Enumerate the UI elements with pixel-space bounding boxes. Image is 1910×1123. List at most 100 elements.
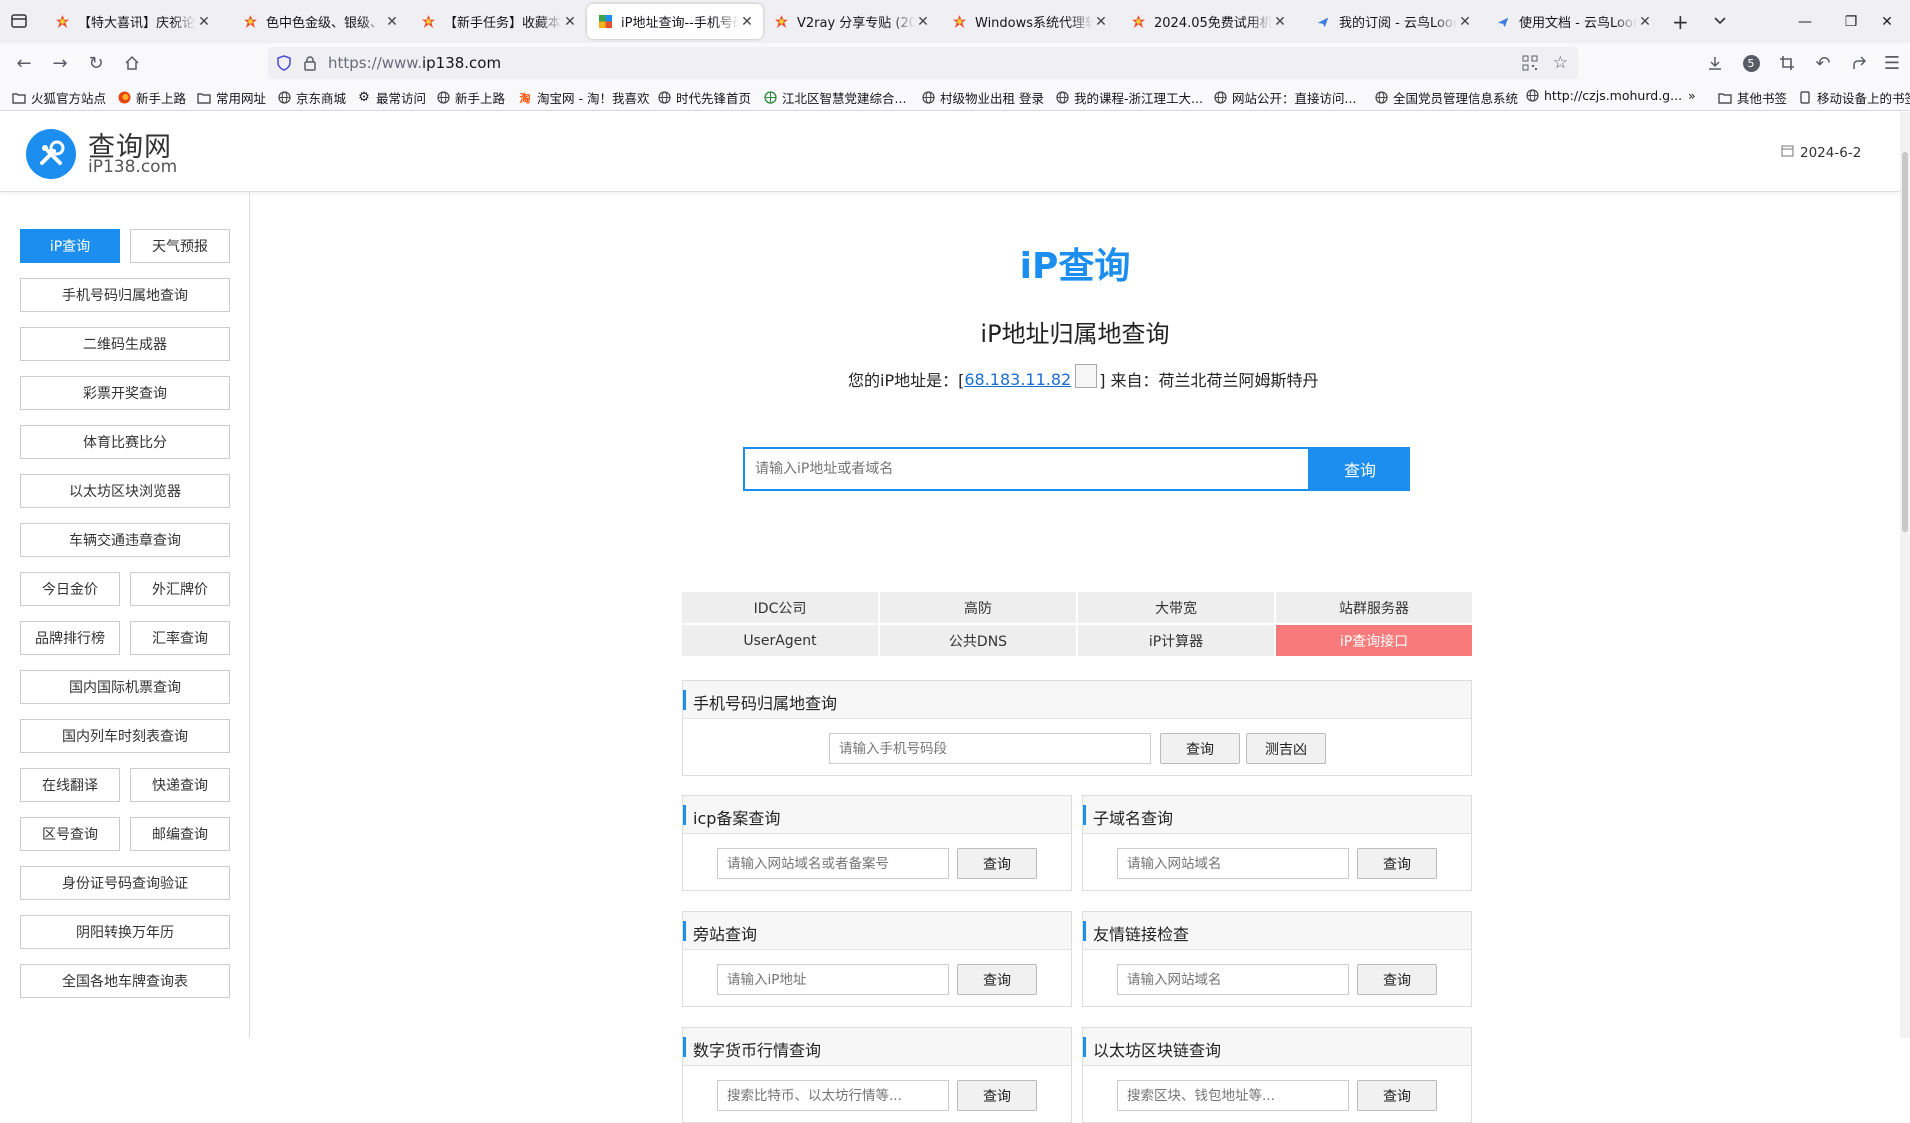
friendlink-input[interactable] — [1117, 964, 1349, 995]
quick-link[interactable]: IDC公司 — [682, 592, 878, 623]
qr-code-icon[interactable] — [1522, 55, 1538, 75]
sidebar-tool-button[interactable]: 快递查询 — [130, 768, 230, 802]
browser-tab[interactable]: Windows系统代理软件✕ — [941, 4, 1117, 39]
browser-tab[interactable]: 【特大喜讯】庆祝论坛 ✕ — [44, 4, 220, 39]
wrench-logo-icon[interactable] — [26, 129, 76, 179]
bookmark-item[interactable]: 江北区智慧党建综合... — [763, 88, 906, 107]
crypto-query-button[interactable]: 查询 — [957, 1080, 1037, 1111]
your-ip-link[interactable]: 68.183.11.82 — [964, 370, 1071, 389]
undo-icon[interactable]: ↶ — [1811, 51, 1835, 75]
minimize-icon[interactable]: — — [1782, 8, 1828, 36]
sidebar-tool-button[interactable]: 身份证号码查询验证 — [20, 866, 230, 900]
extension-badge-icon[interactable]: 5 — [1739, 51, 1763, 75]
quick-link[interactable]: 站群服务器 — [1276, 592, 1472, 623]
sidebar-tool-button[interactable]: 二维码生成器 — [20, 327, 230, 361]
sidebar-tool-button[interactable]: 全国各地车牌查询表 — [20, 964, 230, 998]
eth-input[interactable] — [1117, 1080, 1349, 1111]
friendlink-query-button[interactable]: 查询 — [1357, 964, 1437, 995]
sidebar-tool-button[interactable]: 彩票开奖查询 — [20, 376, 230, 410]
browser-tab[interactable]: V2ray 分享专贴 (2024✕ — [763, 4, 939, 39]
close-tab-icon[interactable]: ✕ — [562, 14, 578, 30]
bookmark-item[interactable]: 时代先锋首页 — [657, 88, 751, 107]
sidebar-tool-button[interactable]: 阴阳转换万年历 — [20, 915, 230, 949]
close-tab-icon[interactable]: ✕ — [1093, 14, 1109, 30]
bookmark-item[interactable]: 移动设备上的书签 — [1798, 88, 1910, 107]
browser-tab[interactable]: 色中色金级、银级、铜 ✕ — [232, 4, 408, 39]
same-ip-input[interactable] — [717, 964, 949, 995]
screenshot-crop-icon[interactable] — [1775, 51, 1799, 75]
list-all-tabs-icon[interactable] — [1712, 12, 1728, 32]
bookmark-item[interactable]: 京东商城 — [277, 88, 346, 107]
sidebar-tool-button[interactable]: 汇率查询 — [130, 621, 230, 655]
close-tab-icon[interactable]: ✕ — [739, 14, 755, 30]
app-menu-icon[interactable]: ☰ — [1880, 51, 1904, 75]
quick-link[interactable]: 公共DNS — [880, 625, 1076, 656]
subdomain-query-button[interactable]: 查询 — [1357, 848, 1437, 879]
sidebar-tool-button[interactable]: 外汇牌价 — [130, 572, 230, 606]
quick-link[interactable]: UserAgent — [682, 625, 878, 656]
bookmark-item[interactable]: 其他书签 — [1718, 88, 1787, 107]
sidebar-tool-button[interactable]: 以太坊区块浏览器 — [20, 474, 230, 508]
share-icon[interactable] — [1847, 51, 1871, 75]
forward-icon[interactable]: → — [48, 51, 72, 75]
close-window-icon[interactable]: ✕ — [1864, 8, 1910, 36]
sidebar-tool-button[interactable]: 国内国际机票查询 — [20, 670, 230, 704]
quick-link[interactable]: 大带宽 — [1078, 592, 1274, 623]
bookmark-item[interactable]: 全国党员管理信息系统 — [1374, 88, 1518, 107]
bookmark-item[interactable]: 我的课程-浙江理工大... — [1055, 88, 1203, 107]
sidebar-tool-button[interactable]: 品牌排行榜 — [20, 621, 120, 655]
quick-link[interactable]: iP查询接口 — [1276, 625, 1472, 656]
icp-input[interactable] — [717, 848, 949, 879]
close-tab-icon[interactable]: ✕ — [1457, 14, 1473, 30]
phone-input[interactable] — [829, 733, 1151, 764]
back-icon[interactable]: ← — [12, 51, 36, 75]
browser-tab[interactable]: 使用文档 - 云鸟Loon ✕ — [1485, 4, 1661, 39]
ip-search-button[interactable]: 查询 — [1310, 447, 1410, 491]
sidebar-tool-button[interactable]: 国内列车时刻表查询 — [20, 719, 230, 753]
bookmarks-overflow-icon[interactable]: » — [1688, 88, 1696, 103]
firefox-view-icon[interactable] — [10, 12, 30, 32]
sidebar-tool-button[interactable]: 今日金价 — [20, 572, 120, 606]
bookmark-star-icon[interactable]: ☆ — [1553, 53, 1568, 73]
browser-tab[interactable]: iP地址查询--手机号码 ✕ — [587, 4, 763, 39]
sidebar-tool-button[interactable]: 体育比赛比分 — [20, 425, 230, 459]
browser-tab[interactable]: 我的订阅 - 云鸟Loon ✕ — [1305, 4, 1481, 39]
sidebar-tool-button[interactable]: 天气预报 — [130, 229, 230, 263]
phone-fortune-button[interactable]: 测吉凶 — [1246, 733, 1326, 764]
sidebar-tool-button[interactable]: 邮编查询 — [130, 817, 230, 851]
url-text[interactable]: https://www.ip138.com — [328, 54, 501, 72]
close-tab-icon[interactable]: ✕ — [1637, 14, 1653, 30]
browser-tab[interactable]: 2024.05免费试用机场✕ — [1120, 4, 1296, 39]
address-bar[interactable]: https://www.ip138.com ☆ — [268, 47, 1578, 79]
new-tab-button[interactable]: + — [1672, 10, 1689, 34]
crypto-input[interactable] — [717, 1080, 949, 1111]
bookmark-item[interactable]: 新手上路 — [117, 88, 186, 107]
close-tab-icon[interactable]: ✕ — [196, 14, 212, 30]
tracking-protection-icon[interactable] — [276, 55, 292, 75]
close-tab-icon[interactable]: ✕ — [384, 14, 400, 30]
sidebar-tool-button[interactable]: 手机号码归属地查询 — [20, 278, 230, 312]
bookmark-item[interactable]: 网站公开：直接访问... — [1213, 88, 1356, 107]
sidebar-tool-button[interactable]: iP查询 — [20, 229, 120, 263]
bookmark-item[interactable]: ⚙ 最常访问 — [357, 88, 426, 107]
reload-icon[interactable]: ↻ — [84, 51, 108, 75]
copy-ip-icon[interactable] — [1075, 364, 1098, 388]
browser-tab[interactable]: 【新手任务】收藏本站 ✕ — [410, 4, 586, 39]
quick-link[interactable]: 高防 — [880, 592, 1076, 623]
home-icon[interactable] — [120, 51, 144, 75]
bookmark-item[interactable]: 村级物业出租 登录 — [921, 88, 1044, 107]
lock-icon[interactable] — [302, 55, 318, 75]
bookmark-item[interactable]: http://czjs.mohurd.g... — [1525, 88, 1682, 103]
eth-query-button[interactable]: 查询 — [1357, 1080, 1437, 1111]
quick-link[interactable]: iP计算器 — [1078, 625, 1274, 656]
close-tab-icon[interactable]: ✕ — [915, 14, 931, 30]
downloads-icon[interactable] — [1703, 51, 1727, 75]
scrollbar-thumb[interactable] — [1902, 152, 1908, 532]
bookmark-item[interactable]: 淘淘宝网 - 淘！我喜欢 — [518, 88, 650, 107]
site-logo-domain[interactable]: iP138.com — [88, 157, 177, 177]
ip-search-input[interactable] — [743, 447, 1310, 491]
close-tab-icon[interactable]: ✕ — [1272, 14, 1288, 30]
icp-query-button[interactable]: 查询 — [957, 848, 1037, 879]
page-scrollbar[interactable] — [1900, 112, 1910, 1038]
bookmark-item[interactable]: 新手上路 — [436, 88, 505, 107]
